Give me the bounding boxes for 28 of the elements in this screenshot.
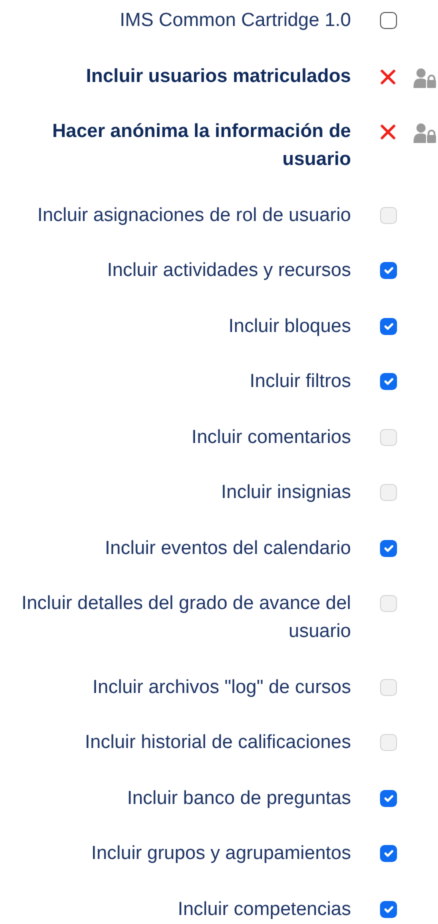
option-label: Incluir asignaciones de rol de usuario [36,204,351,228]
option-checkbox[interactable] [380,845,397,862]
locked-user-icon [413,123,437,143]
option-label: Incluir historial de calificaciones [84,731,351,755]
option-checkbox[interactable] [380,12,397,29]
option-checkbox[interactable] [380,373,397,390]
option-checkbox[interactable] [380,318,397,334]
option-label: Incluir eventos del calendario [104,536,351,560]
option-label: Incluir competencias [176,898,351,922]
option-label: Incluir usuarios matriculados [84,64,351,88]
option-label: Incluir comentarios [190,426,351,450]
option-label: IMS Common Cartridge 1.0 [118,9,351,33]
option-label: Incluir banco de preguntas [126,786,351,810]
cross-icon [380,68,396,84]
option-checkbox[interactable] [380,900,397,918]
option-checkbox[interactable] [380,540,397,556]
option-label: Incluir actividades y recursos [106,259,351,283]
option-label: Incluir archivos "log" de cursos [92,676,351,700]
option-checkbox[interactable] [380,262,397,279]
option-checkbox[interactable] [380,790,397,806]
option-label: Incluir detalles del grado de avance del usuario [20,592,351,644]
option-label: Incluir filtros [248,370,351,394]
locked-user-icon [413,68,437,88]
option-label: Incluir insignias [220,481,351,505]
cross-icon [380,124,396,140]
option-label: Hacer anónima la información de usuario [51,120,351,172]
option-label: Incluir bloques [227,314,351,338]
option-label: Incluir grupos y agrupamientos [90,842,351,866]
